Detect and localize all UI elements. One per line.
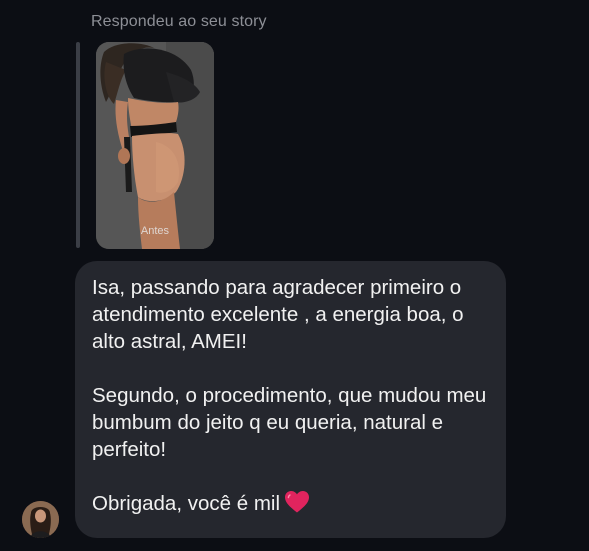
- story-caption: Antes: [140, 225, 170, 237]
- message-paragraph-text: Obrigada, você é mil: [92, 492, 281, 515]
- avatar-photo: [22, 501, 59, 538]
- story-photo: [96, 42, 214, 249]
- sender-avatar[interactable]: [22, 501, 59, 538]
- heart-icon: [284, 490, 310, 521]
- reply-context-label: Respondeu ao seu story: [91, 13, 267, 30]
- message-bubble[interactable]: Isa, passando para agradecer primeiro o …: [75, 261, 506, 538]
- quote-bar: [76, 42, 80, 248]
- message-paragraph: Isa, passando para agradecer primeiro o …: [92, 276, 464, 353]
- message-paragraph-last: Obrigada, você é mil: [92, 490, 490, 521]
- message-paragraph: Segundo, o procedimento, que mudou meu b…: [92, 384, 487, 461]
- story-thumbnail[interactable]: Antes: [96, 42, 214, 249]
